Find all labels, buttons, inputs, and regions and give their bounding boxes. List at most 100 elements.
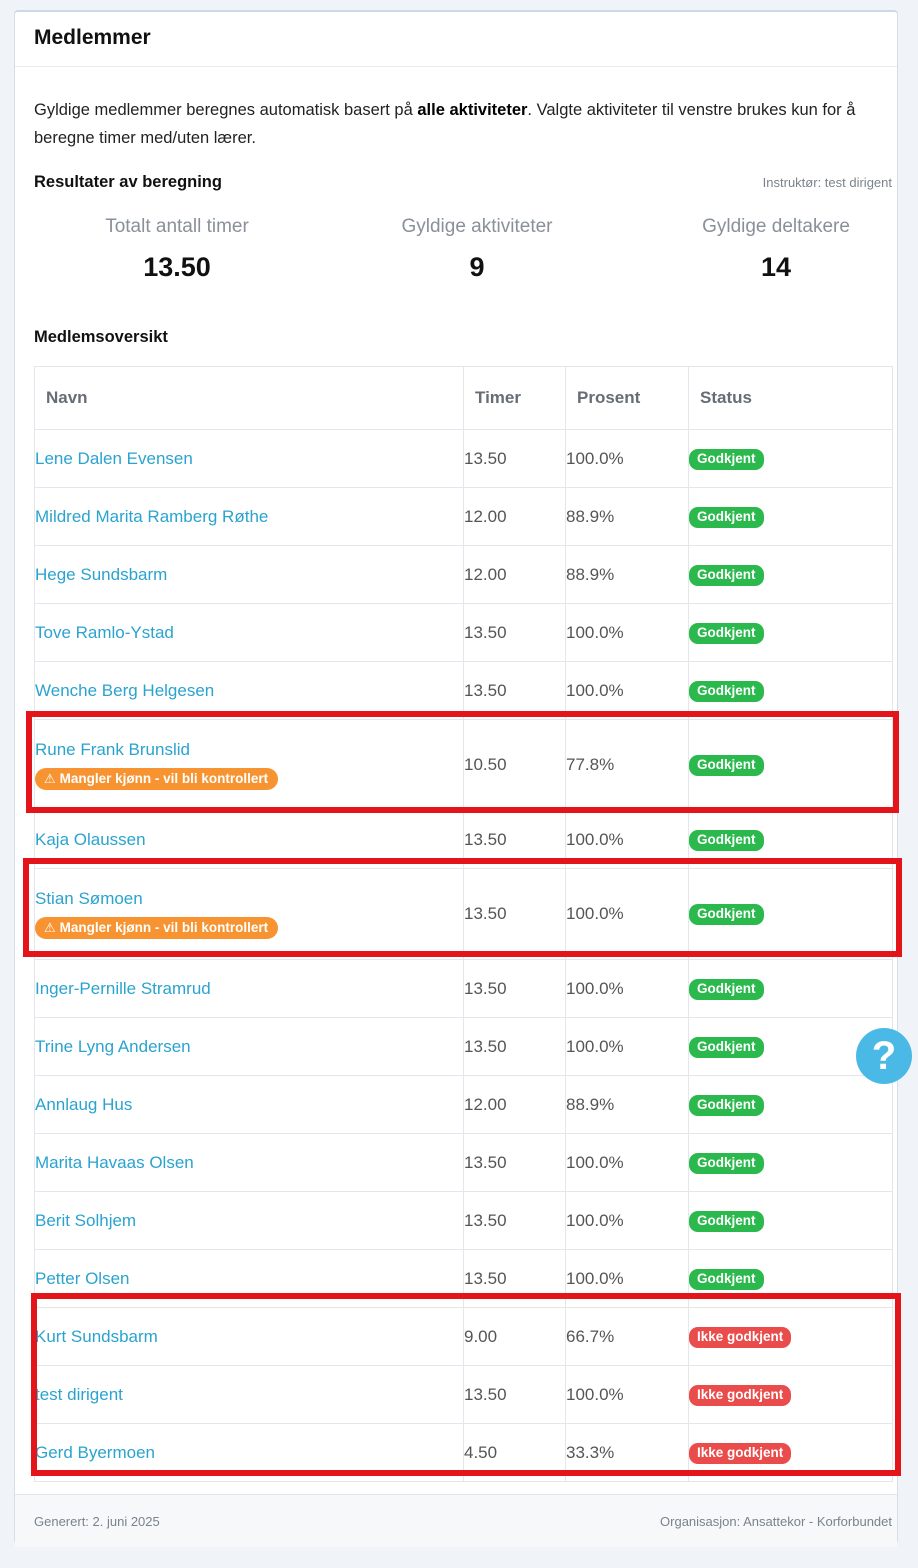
percent-cell: 100.0%: [565, 1249, 689, 1308]
overview-title: Medlemsoversikt: [34, 328, 168, 346]
member-name-link[interactable]: Berit Solhjem: [35, 1211, 463, 1231]
stat-total-hours: Totalt antall timer 13.50: [34, 212, 320, 283]
member-name-link[interactable]: Wenche Berg Helgesen: [35, 681, 463, 701]
member-name-link[interactable]: Rune Frank Brunslid: [35, 740, 463, 760]
stat-valid-participants: Gyldige deltakere 14: [633, 212, 918, 283]
status-cell: Godkjent: [688, 868, 893, 960]
percent-cell: 88.9%: [565, 487, 689, 546]
percent-cell: 100.0%: [565, 1017, 689, 1076]
member-name-cell: Hege Sundsbarm: [34, 545, 464, 604]
approved-badge: Godkjent: [689, 564, 764, 586]
member-name-cell: Marita Havaas Olsen: [34, 1133, 464, 1192]
percent-cell: 66.7%: [565, 1307, 689, 1366]
stat-label: Gyldige aktiviteter: [401, 216, 553, 237]
stat-label: Totalt antall timer: [105, 216, 249, 237]
approved-badge: Godkjent: [689, 1210, 764, 1232]
member-name-link[interactable]: Gerd Byermoen: [35, 1443, 463, 1463]
percent-cell: 100.0%: [565, 661, 689, 720]
members-table: Navn Timer Prosent Status Lene Dalen Eve…: [34, 366, 893, 1482]
table-row: Annlaug Hus 12.00 88.9% Godkjent: [34, 1075, 893, 1134]
member-name-link[interactable]: Petter Olsen: [35, 1269, 463, 1289]
approved-badge: Godkjent: [689, 755, 764, 776]
missing-gender-badge: ⚠ Mangler kjønn - vil bli kontrollert: [35, 768, 279, 790]
table-row: Trine Lyng Andersen 13.50 100.0% Godkjent: [34, 1017, 893, 1076]
member-name-cell: Berit Solhjem: [34, 1191, 464, 1250]
percent-cell: 33.3%: [565, 1423, 689, 1482]
member-name-link[interactable]: Mildred Marita Ramberg Røthe: [35, 507, 463, 527]
member-name-cell: Trine Lyng Andersen: [34, 1017, 464, 1076]
percent-cell: 100.0%: [565, 1133, 689, 1192]
hours-cell: 13.50: [463, 868, 566, 960]
member-name-cell: Mildred Marita Ramberg Røthe: [34, 487, 464, 546]
status-cell: Godkjent: [688, 487, 893, 546]
status-cell: Godkjent: [688, 719, 893, 811]
hours-cell: 13.50: [463, 429, 566, 488]
hours-cell: 13.50: [463, 1249, 566, 1308]
status-cell: Ikke godkjent: [688, 1307, 893, 1366]
table-row: Gerd Byermoen 4.50 33.3% Ikke godkjent: [34, 1423, 893, 1482]
member-name-cell: Kurt Sundsbarm: [34, 1307, 464, 1366]
results-title: Resultater av beregning: [34, 173, 222, 191]
member-name-link[interactable]: Lene Dalen Evensen: [35, 449, 463, 469]
hours-cell: 13.50: [463, 810, 566, 869]
member-name-link[interactable]: Trine Lyng Andersen: [35, 1037, 463, 1057]
member-name-link[interactable]: Marita Havaas Olsen: [35, 1153, 463, 1173]
member-name-link[interactable]: Stian Sømoen: [35, 889, 463, 909]
warning-text: Mangler kjønn - vil bli kontrollert: [59, 920, 269, 935]
member-name-cell: Wenche Berg Helgesen: [34, 661, 464, 720]
hours-cell: 13.50: [463, 959, 566, 1018]
member-name-link[interactable]: Hege Sundsbarm: [35, 565, 463, 585]
stats-row: Totalt antall timer 13.50 Gyldige aktivi…: [34, 212, 891, 302]
approved-badge: Godkjent: [689, 1094, 764, 1116]
member-name-cell: Annlaug Hus: [34, 1075, 464, 1134]
status-cell: Godkjent: [688, 429, 893, 488]
table-row: Petter Olsen 13.50 100.0% Godkjent: [34, 1249, 893, 1308]
approved-badge: Godkjent: [689, 680, 764, 702]
member-name-link[interactable]: test dirigent: [35, 1385, 463, 1405]
column-header-status[interactable]: Status: [688, 366, 893, 430]
percent-cell: 100.0%: [565, 810, 689, 869]
stat-valid-activities: Gyldige aktiviteter 9: [334, 212, 620, 283]
table-row: Mildred Marita Ramberg Røthe 12.00 88.9% Go…: [34, 487, 893, 546]
stat-value: 13.50: [143, 252, 211, 282]
hours-cell: 13.50: [463, 1191, 566, 1250]
hours-cell: 13.50: [463, 661, 566, 720]
members-card: Medlemmer Gyldige medlemmer beregnes aut…: [14, 10, 898, 1547]
member-name-link[interactable]: Kurt Sundsbarm: [35, 1327, 463, 1347]
member-name-cell: Petter Olsen: [34, 1249, 464, 1308]
missing-gender-badge: ⚠ Mangler kjønn - vil bli kontrollert: [35, 917, 279, 939]
column-header-name[interactable]: Navn: [34, 366, 464, 430]
status-cell: Godkjent: [688, 545, 893, 604]
status-cell: Ikke godkjent: [688, 1365, 893, 1424]
member-name-link[interactable]: Tove Ramlo-Ystad: [35, 623, 463, 643]
table-row: Wenche Berg Helgesen 13.50 100.0% Godkjent: [34, 661, 893, 720]
stat-value: 14: [760, 252, 792, 282]
percent-cell: 100.0%: [565, 1365, 689, 1424]
hours-cell: 13.50: [463, 603, 566, 662]
status-cell: Godkjent: [688, 810, 893, 869]
column-header-hours[interactable]: Timer: [463, 366, 566, 430]
member-name-link[interactable]: Kaja Olaussen: [35, 830, 463, 850]
status-cell: Godkjent: [688, 959, 893, 1018]
member-name-link[interactable]: Inger-Pernille Stramrud: [35, 979, 463, 999]
member-name-cell: Lene Dalen Evensen: [34, 429, 464, 488]
table-row: Lene Dalen Evensen 13.50 100.0% Godkjent: [34, 429, 893, 488]
member-name-cell: Tove Ramlo-Ystad: [34, 603, 464, 662]
approved-badge: Godkjent: [689, 904, 764, 925]
intro-part-1: Gyldige medlemmer beregnes automatisk ba…: [34, 101, 418, 119]
table-row: Kaja Olaussen 13.50 100.0% Godkjent: [34, 810, 893, 869]
column-header-percent[interactable]: Prosent: [565, 366, 689, 430]
member-name-cell: Gerd Byermoen: [34, 1423, 464, 1482]
intro-text: Gyldige medlemmer beregnes automatisk ba…: [34, 96, 894, 152]
approved-badge: Godkjent: [689, 622, 764, 644]
percent-cell: 100.0%: [565, 429, 689, 488]
approved-badge: Godkjent: [689, 448, 764, 470]
percent-cell: 88.9%: [565, 1075, 689, 1134]
approved-badge: Godkjent: [689, 1152, 764, 1174]
warning-text: Mangler kjønn - vil bli kontrollert: [59, 771, 269, 786]
not-approved-badge: Ikke godkjent: [689, 1384, 792, 1406]
percent-cell: 100.0%: [565, 1191, 689, 1250]
help-button[interactable]: ?: [856, 1028, 912, 1084]
table-row: Stian Sømoen ⚠ Mangler kjønn - vil bli kon…: [34, 868, 893, 960]
member-name-link[interactable]: Annlaug Hus: [35, 1095, 463, 1115]
